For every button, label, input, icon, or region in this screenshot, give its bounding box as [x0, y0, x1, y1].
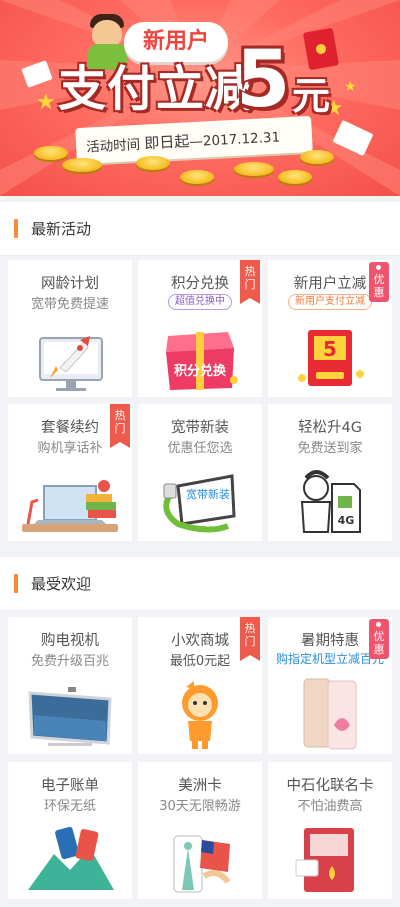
- banner-headline: 支付立减: [58, 61, 255, 117]
- red-envelope-icon: 5: [298, 330, 364, 386]
- card-subtitle: 优惠任您选: [167, 441, 233, 456]
- card-title: 购电视机: [41, 633, 99, 649]
- card-buy-tv[interactable]: 购电视机 免费升级百兆: [8, 617, 132, 754]
- banner-unit: 元: [292, 74, 331, 118]
- card-title: 美洲卡: [178, 778, 222, 794]
- card-subtitle: 环保无纸: [43, 799, 96, 814]
- card-subtitle: 宽带免费提速: [30, 297, 109, 312]
- section-header-latest: 最新活动: [0, 202, 400, 256]
- star-icon: ★: [344, 79, 357, 95]
- card-sinopec-card[interactable]: 中石化联名卡 不怕油费高: [268, 762, 392, 899]
- coin-icon: [234, 162, 274, 176]
- section-title: 最新活动: [31, 220, 92, 238]
- discount-tag: 优惠: [369, 619, 389, 659]
- fuel-card-icon: [295, 828, 354, 892]
- sim-card-4g-icon: 4G: [300, 470, 361, 533]
- coin-icon: [62, 158, 102, 172]
- section-accent-bar: [14, 574, 18, 593]
- card-broadband-install[interactable]: 宽带新装 优惠任您选 宽带新装: [138, 404, 262, 541]
- coin-icon: [300, 150, 334, 164]
- period-end: —2017.12.31: [189, 129, 281, 151]
- smartphone-icon: [303, 678, 357, 750]
- sim-label: 4G: [338, 514, 355, 527]
- hot-tag: 热门: [110, 404, 130, 448]
- points-gift-box-icon: 积分兑换: [166, 332, 238, 390]
- section-accent-bar: [14, 219, 18, 238]
- card-summer-special[interactable]: 暑期特惠 购指定机型立减百元 优惠: [268, 617, 392, 754]
- mascot-icon: [182, 681, 218, 749]
- card-e-bill[interactable]: 电子账单 环保无纸: [8, 762, 132, 899]
- card-title: 网龄计划: [41, 276, 99, 292]
- mascot-head: [92, 20, 122, 46]
- card-subtitle: 不怕油费高: [297, 799, 363, 814]
- monitor-label: 宽带新装: [186, 487, 230, 501]
- card-pill: 超值兑换中: [168, 294, 232, 310]
- broadband-monitor-icon: 宽带新装: [163, 474, 236, 533]
- rocket-monitor-icon: [39, 336, 103, 391]
- statue-of-liberty-phone-icon: [173, 835, 231, 893]
- card-title: 宽带新装: [171, 420, 229, 436]
- card-package-renewal[interactable]: 套餐续约 购机享话补 热门: [8, 404, 132, 541]
- discount-tag: 优惠: [369, 262, 389, 302]
- coin-icon: [34, 146, 68, 160]
- coin-icon: [180, 170, 214, 184]
- card-xiaohuan-mall[interactable]: 小欢商城 最低0元起 热门: [138, 617, 262, 754]
- card-subtitle: 30天无限畅游: [159, 799, 241, 814]
- card-upgrade-4g[interactable]: 轻松升4G 免费送到家 4G: [268, 404, 392, 541]
- banner-amount: 5: [236, 35, 291, 125]
- card-subtitle: 免费升级百兆: [30, 654, 109, 669]
- gift-box-label: 积分兑换: [174, 363, 227, 379]
- section-title: 最受欢迎: [31, 575, 92, 593]
- card-pill: 新用户支付立减: [288, 294, 372, 310]
- hot-tag: 热门: [240, 617, 260, 661]
- card-america-card[interactable]: 美洲卡 30天无限畅游: [138, 762, 262, 899]
- new-user-badge: 新用户: [124, 22, 228, 62]
- coin-icon: [278, 170, 312, 184]
- phone-bill-icon: [28, 826, 114, 890]
- star-icon: ★: [36, 90, 56, 115]
- red-envelope-icon: [302, 27, 340, 71]
- envelope-amount: 5: [323, 337, 337, 361]
- card-title: 轻松升4G: [298, 420, 362, 436]
- card-wangling-plan[interactable]: 网龄计划 宽带免费提速: [8, 260, 132, 397]
- period-value: 即日起: [143, 132, 190, 153]
- period-label: 活动时间: [85, 136, 141, 156]
- card-subtitle: 免费送到家: [297, 441, 363, 456]
- hot-tag: 热门: [240, 260, 260, 304]
- card-title: 电子账单: [41, 778, 99, 794]
- coin-icon: [136, 156, 170, 170]
- section-header-popular: 最受欢迎: [0, 557, 400, 611]
- promo-banner[interactable]: ★ ★ ★ 新用户 支付立减 5 元 活动时间 即日起—2017.12.31: [0, 0, 400, 196]
- card-points-exchange[interactable]: 积分兑换 超值兑换中 热门 积分兑换: [138, 260, 262, 397]
- television-icon: [28, 687, 112, 746]
- laptop-books-icon: [22, 480, 118, 532]
- card-title: 中石化联名卡: [286, 778, 374, 794]
- card-new-user-discount[interactable]: 新用户立减 新用户支付立减 优惠 5: [268, 260, 392, 397]
